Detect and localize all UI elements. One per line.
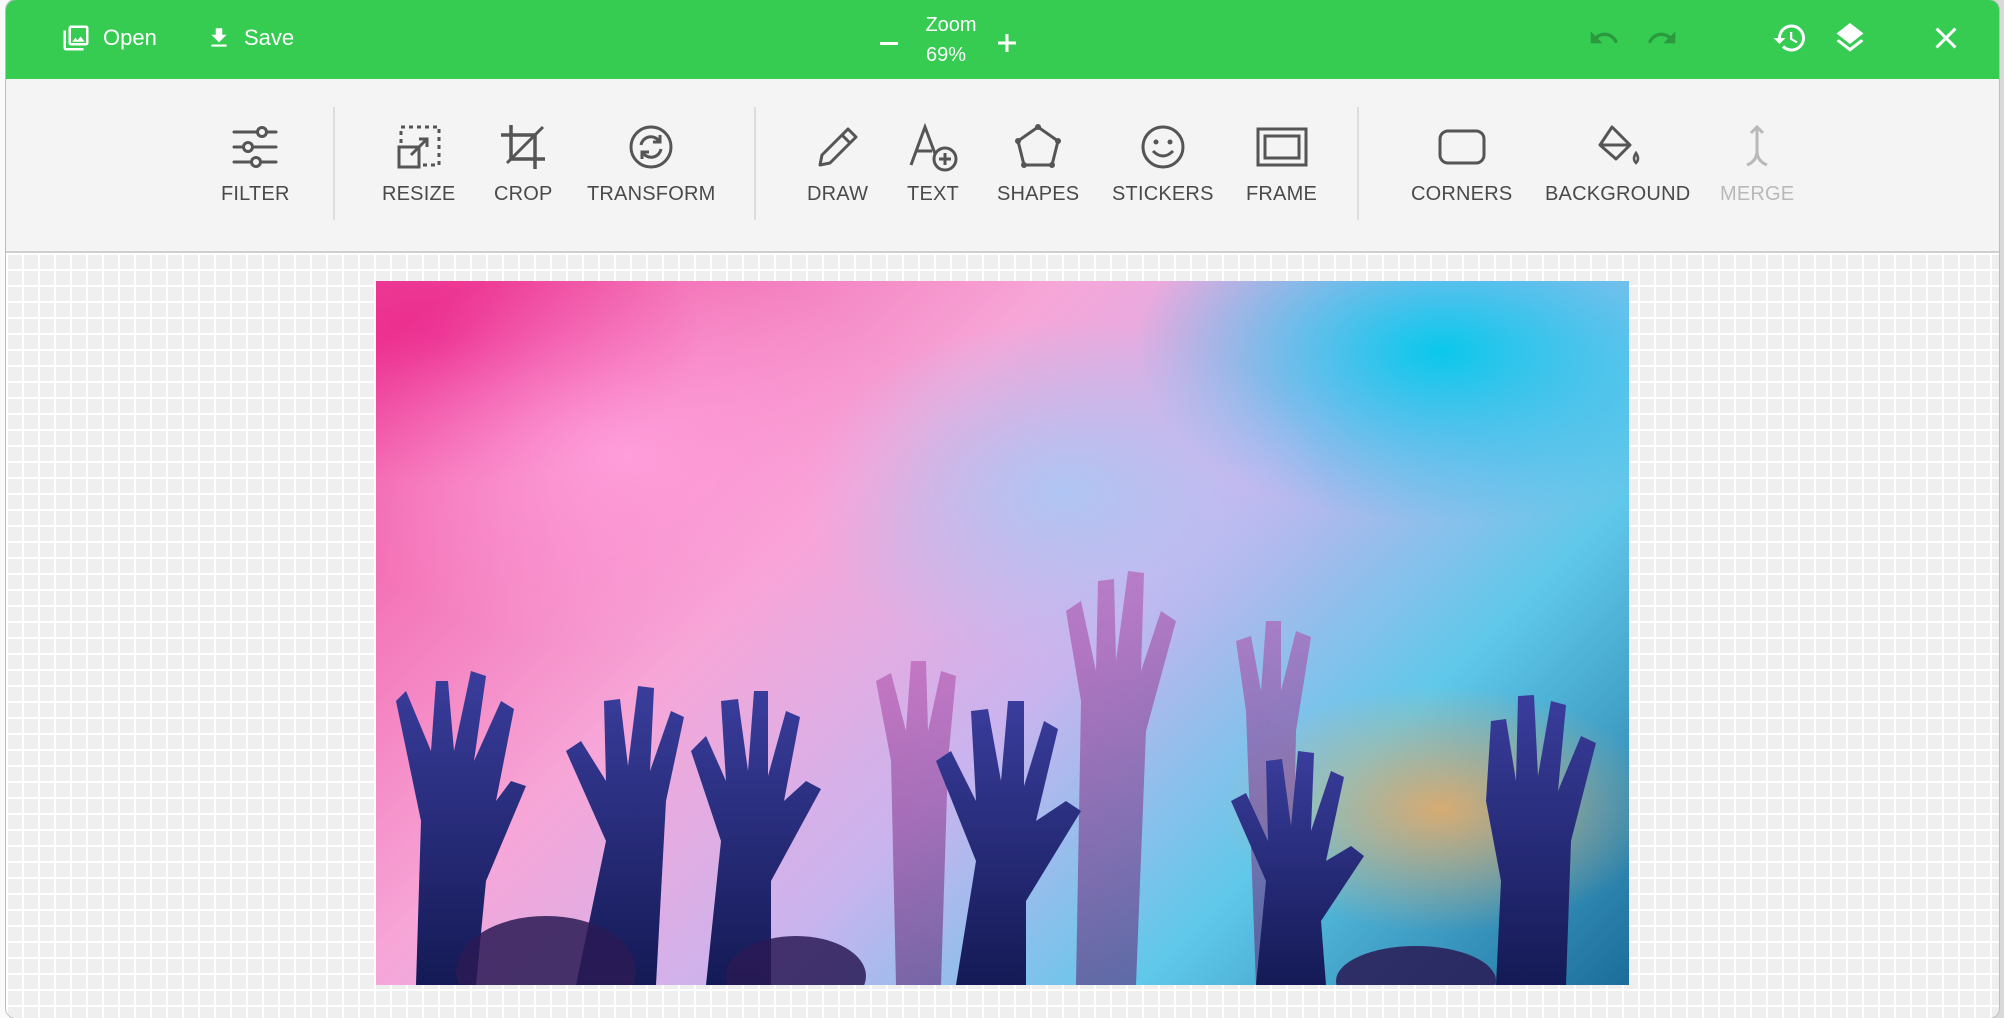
sliders-icon: [232, 126, 278, 168]
tool-transform-label: TRANSFORM: [587, 183, 716, 205]
tool-transform[interactable]: TRANSFORM: [587, 121, 715, 206]
tool-background-label: BACKGROUND: [1545, 183, 1691, 205]
save-button[interactable]: Save: [206, 20, 294, 56]
undo-button[interactable]: [1586, 22, 1622, 59]
close-button[interactable]: [1928, 20, 1964, 61]
tool-frame[interactable]: FRAME: [1246, 121, 1317, 206]
close-icon: [1935, 27, 1957, 49]
resize-icon: [397, 125, 441, 169]
image-icon: [61, 23, 91, 53]
merge-icon: [1746, 124, 1768, 167]
tool-corners[interactable]: CORNERS: [1411, 121, 1512, 206]
redo-button[interactable]: [1644, 22, 1680, 59]
tool-merge[interactable]: MERGE: [1720, 121, 1794, 206]
tool-text-label: TEXT: [907, 183, 959, 205]
history-icon: [1773, 24, 1805, 52]
tool-background[interactable]: BACKGROUND: [1545, 121, 1690, 206]
zoom-out-button[interactable]: [874, 32, 904, 54]
tool-crop[interactable]: CROP: [494, 121, 553, 206]
open-button[interactable]: Open: [61, 20, 157, 56]
undo-icon: [1590, 31, 1618, 44]
rounded-rect-icon: [1438, 129, 1486, 165]
history-button[interactable]: [1772, 20, 1808, 61]
save-label: Save: [244, 25, 295, 50]
tool-resize-label: RESIZE: [382, 183, 456, 205]
canvas-area[interactable]: [6, 253, 1999, 1018]
zoom-title: Zoom: [925, 14, 977, 36]
redo-icon: [1648, 31, 1676, 44]
tool-stickers[interactable]: STICKERS: [1112, 121, 1214, 206]
toolbar-divider: [754, 107, 756, 220]
crowd-hands-silhouette: [396, 571, 1596, 985]
tool-resize[interactable]: RESIZE: [382, 121, 455, 206]
tools-toolbar: FILTER RESIZE CROP TRANSFORM DRAW TEXT S…: [6, 79, 1999, 253]
crop-icon: [501, 125, 546, 169]
image-editor-window: Open Save Zoom 69% FILTER RESIZE CROP TR…: [6, 0, 1999, 1018]
pencil-icon: [818, 127, 858, 167]
toolbar-divider: [1357, 107, 1359, 220]
layers-button[interactable]: [1832, 20, 1868, 61]
text-add-icon: [909, 122, 958, 172]
download-icon: [206, 23, 232, 53]
tool-draw[interactable]: DRAW: [807, 121, 868, 206]
tool-text[interactable]: TEXT: [907, 121, 959, 206]
tool-frame-label: FRAME: [1246, 183, 1317, 205]
tool-corners-label: CORNERS: [1411, 183, 1513, 205]
tool-shapes-label: SHAPES: [997, 183, 1080, 205]
zoom-value: 69%: [925, 44, 967, 66]
open-label: Open: [103, 25, 157, 50]
tool-crop-label: CROP: [494, 183, 553, 205]
zoom-in-button[interactable]: [992, 28, 1022, 58]
top-bar: Open Save Zoom 69%: [6, 0, 1999, 79]
zoom-control: Zoom 69%: [874, 10, 1024, 72]
tool-merge-label: MERGE: [1720, 183, 1795, 205]
toolbar-divider: [333, 107, 335, 220]
rotate-icon: [629, 125, 673, 169]
edited-photo[interactable]: [376, 281, 1629, 985]
pentagon-icon: [1015, 124, 1062, 168]
plus-icon: [998, 34, 1016, 52]
tool-filter-label: FILTER: [221, 183, 290, 205]
minus-icon: [880, 42, 898, 45]
tool-shapes[interactable]: SHAPES: [997, 121, 1079, 206]
paint-bucket-icon: [1598, 125, 1639, 165]
tool-filter[interactable]: FILTER: [221, 121, 290, 206]
frame-icon: [1256, 127, 1307, 167]
tool-draw-label: DRAW: [807, 183, 869, 205]
layers-icon: [1836, 23, 1864, 52]
tool-stickers-label: STICKERS: [1112, 183, 1214, 205]
smiley-icon: [1141, 125, 1185, 169]
